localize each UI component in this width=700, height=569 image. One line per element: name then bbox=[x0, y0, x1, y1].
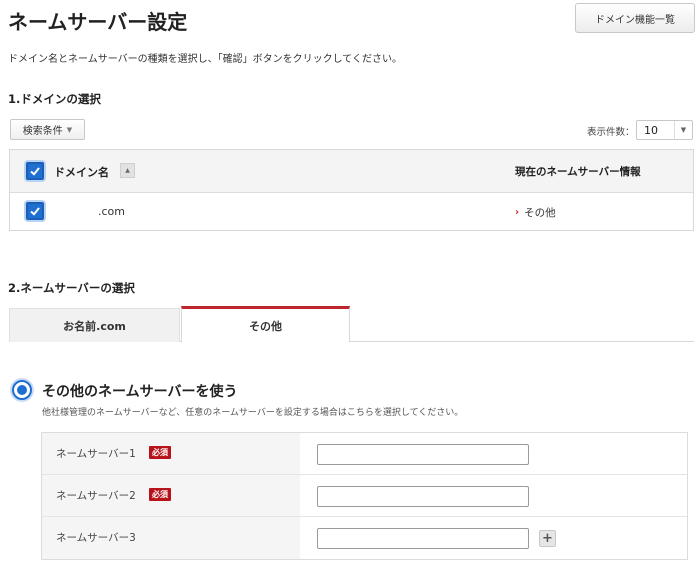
table-header: ドメイン名 ▲ 現在のネームサーバー情報 bbox=[10, 150, 693, 193]
table-row: .com › その他 bbox=[10, 193, 693, 230]
nameserver-row: ネームサーバー3 + bbox=[42, 517, 687, 559]
domain-table: ドメイン名 ▲ 現在のネームサーバー情報 .com › その他 bbox=[9, 149, 694, 231]
add-nameserver-button[interactable]: + bbox=[539, 530, 556, 547]
other-ns-option-description: 他社様管理のネームサーバーなど、任意のネームサーバーを設定する場合はこちらを選択… bbox=[42, 408, 464, 418]
required-badge: 必須 bbox=[149, 488, 171, 501]
count-label: 表示件数： bbox=[587, 127, 635, 138]
required-badge: 必須 bbox=[149, 446, 171, 459]
instructions-text: ドメイン名とネームサーバーの種類を選択し、「確認」ボタンをクリックしてください。 bbox=[8, 54, 402, 65]
domain-section-heading: 1.ドメインの選択 bbox=[8, 92, 101, 106]
other-ns-option-label[interactable]: その他のネームサーバーを使う bbox=[42, 381, 237, 401]
nameserver1-input[interactable] bbox=[317, 444, 529, 465]
sort-icon[interactable]: ▲ bbox=[120, 163, 135, 178]
nameserver-fields-table: ネームサーバー1 必須 ネームサーバー2 必須 ネームサーバー3 + bbox=[41, 432, 688, 560]
domain-functions-button[interactable]: ドメイン機能一覧 bbox=[575, 3, 695, 33]
nameserver1-label: ネームサーバー1 bbox=[56, 448, 136, 460]
nameserver-label-cell: ネームサーバー1 必須 bbox=[42, 433, 300, 474]
select-all-checkbox[interactable] bbox=[26, 162, 44, 180]
nameserver-row: ネームサーバー1 必須 bbox=[42, 433, 687, 475]
domain-name: .com bbox=[98, 205, 125, 218]
check-icon bbox=[30, 207, 40, 216]
nameserver-info-link[interactable]: › その他 bbox=[515, 205, 556, 220]
search-conditions-label: 検索条件 bbox=[22, 126, 63, 137]
caret-down-icon: ▼ bbox=[66, 125, 73, 134]
column-header-nameserver: 現在のネームサーバー情報 bbox=[515, 166, 641, 178]
ns-section-heading: 2.ネームサーバーの選択 bbox=[8, 281, 135, 295]
radio-selected-dot bbox=[17, 385, 27, 395]
nameserver3-input[interactable] bbox=[317, 528, 529, 549]
nameserver2-input[interactable] bbox=[317, 486, 529, 507]
nameserver-info-text: その他 bbox=[524, 207, 556, 219]
nameserver-label-cell: ネームサーバー2 必須 bbox=[42, 475, 300, 516]
nameserver-label-cell: ネームサーバー3 bbox=[42, 517, 300, 559]
caret-down-icon: ▼ bbox=[674, 121, 692, 139]
tab-onamae[interactable]: お名前.com bbox=[9, 308, 180, 342]
nameserver-row: ネームサーバー2 必須 bbox=[42, 475, 687, 517]
chevron-right-icon: › bbox=[515, 207, 520, 218]
row-checkbox[interactable] bbox=[26, 202, 44, 220]
count-select[interactable]: 10 ▼ bbox=[636, 120, 693, 140]
other-ns-radio[interactable] bbox=[12, 380, 32, 400]
nameserver2-label: ネームサーバー2 bbox=[56, 490, 136, 502]
ns-tab-bar: お名前.com その他 bbox=[9, 306, 694, 343]
search-conditions-button[interactable]: 検索条件 ▼ bbox=[10, 119, 85, 140]
page-title: ネームサーバー設定 bbox=[8, 10, 188, 34]
check-icon bbox=[30, 167, 40, 176]
count-value: 10 bbox=[644, 123, 658, 137]
nameserver3-label: ネームサーバー3 bbox=[56, 532, 136, 544]
column-header-domain: ドメイン名 bbox=[54, 166, 109, 179]
tab-other[interactable]: その他 bbox=[181, 306, 350, 343]
